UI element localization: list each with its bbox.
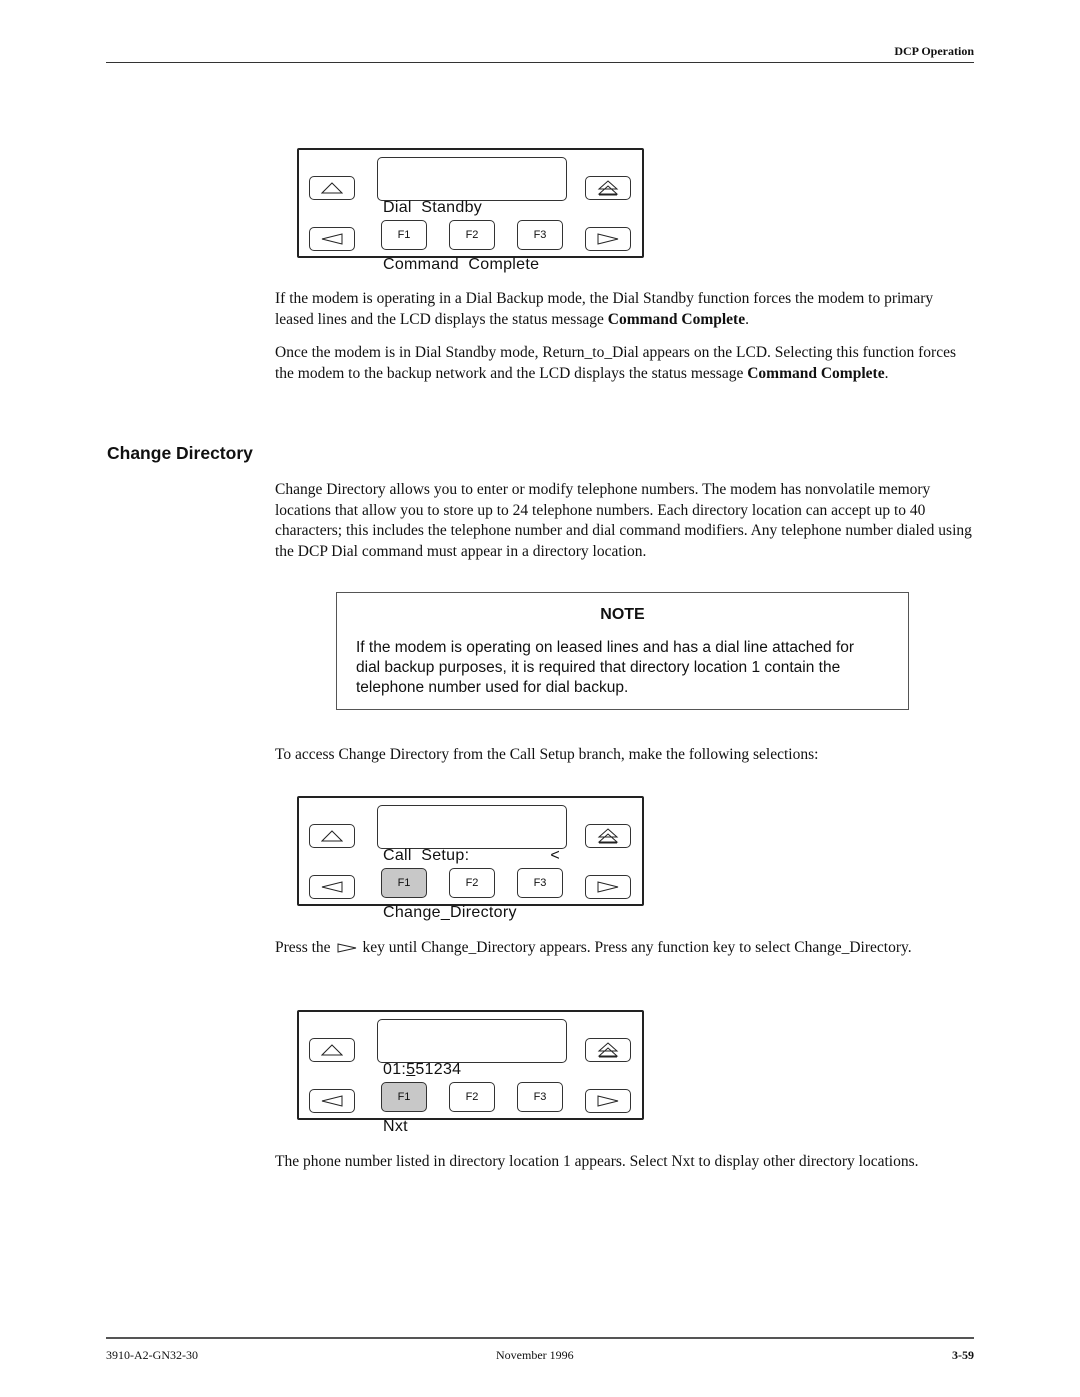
f1-key[interactable]: F1 — [381, 220, 427, 250]
paragraph-press-key: Press the key until Change_Directory appe… — [275, 939, 912, 956]
double-up-triangle-icon — [597, 180, 619, 196]
f3-key[interactable]: F3 — [517, 220, 563, 250]
footer-page-number: 3-59 — [952, 1348, 974, 1362]
header-rule — [106, 62, 974, 63]
f2-key[interactable]: F2 — [449, 1082, 495, 1112]
note-body: If the modem is operating on leased line… — [356, 639, 855, 696]
up-triangle-icon — [321, 182, 343, 194]
front-panel-call-setup: Call Setup: < Change_Directory F1 F2 F3 — [297, 796, 644, 921]
note-title: NOTE — [600, 606, 645, 623]
f2-key[interactable]: F2 — [449, 868, 495, 898]
lcd-display: Call Setup: < Change_Directory — [377, 805, 567, 921]
right-triangle-icon — [597, 1095, 619, 1107]
lcd-line-2: Command Complete — [383, 256, 540, 273]
up-arrow-key[interactable] — [309, 824, 355, 848]
right-arrow-key[interactable] — [585, 875, 631, 899]
footer-date: November 1996 — [496, 1348, 574, 1362]
lcd-line-1: Dial Standby — [383, 199, 483, 216]
paragraph-change-directory: Change Directory allows you to enter or … — [275, 481, 972, 560]
lcd-display: 01:551234 Nxt — [377, 1019, 567, 1135]
left-arrow-key[interactable] — [309, 227, 355, 251]
top-key[interactable] — [585, 176, 631, 200]
paragraph-return-to-dial: Once the modem is in Dial Standby mode, … — [275, 344, 956, 382]
lcd-line-1: 01:551234 — [383, 1061, 462, 1078]
front-panel-directory-entry: 01:551234 Nxt F1 F2 F3 — [297, 1010, 644, 1135]
left-arrow-key[interactable] — [309, 875, 355, 899]
up-triangle-icon — [321, 1044, 343, 1056]
lcd-display: Dial Standby Command Complete — [377, 157, 567, 273]
right-arrow-key[interactable] — [585, 1089, 631, 1113]
lcd-line-2: Nxt — [383, 1118, 408, 1135]
right-triangle-icon — [597, 881, 619, 893]
double-up-triangle-icon — [597, 828, 619, 844]
footer-rule — [106, 1337, 974, 1339]
lcd-line-1: Call Setup: — [383, 847, 470, 864]
front-panel-dial-standby: Dial Standby Command Complete F1 F2 F3 — [297, 148, 644, 273]
section-heading: Change Directory — [107, 443, 253, 463]
paragraph-dial-standby: If the modem is operating in a Dial Back… — [275, 290, 934, 328]
right-triangle-icon — [337, 943, 356, 954]
f3-key[interactable]: F3 — [517, 868, 563, 898]
lcd-cursor: 5 — [406, 1061, 416, 1078]
up-triangle-icon — [321, 830, 343, 842]
up-arrow-key[interactable] — [309, 1038, 355, 1062]
note-box: NOTE If the modem is operating on leased… — [336, 592, 909, 710]
left-triangle-icon — [321, 881, 343, 893]
lcd-line-1-right: < — [550, 847, 560, 864]
double-up-triangle-icon — [597, 1042, 619, 1058]
lcd-line-2: Change_Directory — [383, 904, 517, 921]
left-triangle-icon — [321, 1095, 343, 1107]
footer-doc-number: 3910-A2-GN32-30 — [106, 1348, 198, 1362]
paragraph-phone-number: The phone number listed in directory loc… — [275, 1153, 919, 1170]
top-key[interactable] — [585, 1038, 631, 1062]
right-arrow-key[interactable] — [585, 227, 631, 251]
left-arrow-key[interactable] — [309, 1089, 355, 1113]
f2-key[interactable]: F2 — [449, 220, 495, 250]
paragraph-access: To access Change Directory from the Call… — [275, 746, 819, 763]
up-arrow-key[interactable] — [309, 176, 355, 200]
f3-key[interactable]: F3 — [517, 1082, 563, 1112]
header-section-title: DCP Operation — [894, 44, 974, 58]
f1-key-pressed[interactable]: F1 — [381, 868, 427, 898]
top-key[interactable] — [585, 824, 631, 848]
right-triangle-icon — [597, 233, 619, 245]
left-triangle-icon — [321, 233, 343, 245]
f1-key-pressed[interactable]: F1 — [381, 1082, 427, 1112]
